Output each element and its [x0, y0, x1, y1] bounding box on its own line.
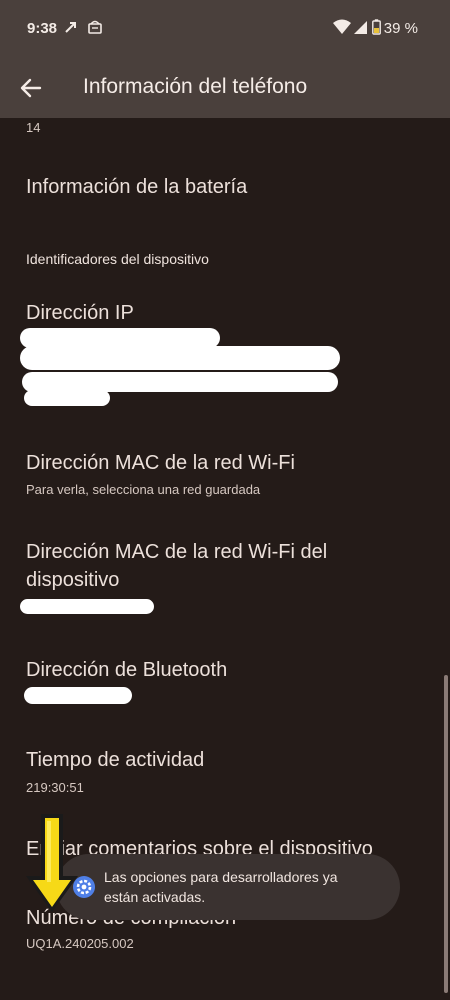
developer-options-toast: Las opciones para desarrolladores ya est…: [56, 854, 400, 920]
device-wifi-mac-title-line2: dispositivo: [26, 569, 120, 591]
redaction-mark: [22, 372, 338, 392]
section-header-device-identifiers: Identificadores del dispositivo: [26, 251, 209, 267]
redaction-mark: [20, 328, 220, 348]
ip-address-title: Dirección IP: [26, 302, 134, 324]
scrollbar[interactable]: [444, 675, 448, 993]
wifi-icon: [333, 19, 351, 34]
bluetooth-address-title: Dirección de Bluetooth: [26, 659, 228, 681]
back-button[interactable]: [14, 71, 48, 105]
device-wifi-mac-title-line1: Dirección MAC de la red Wi-Fi del: [26, 541, 328, 563]
redaction-mark: [24, 687, 132, 704]
missed-call-icon: [65, 22, 76, 33]
uptime-title: Tiempo de actividad: [26, 749, 205, 771]
battery-icon: [372, 19, 381, 35]
status-bar: 9:38 39 %: [0, 0, 450, 58]
wifi-mac-summary: Para verla, selecciona una red guardada: [26, 482, 261, 497]
uptime-value: 219:30:51: [26, 780, 84, 795]
battery-info-title: Información de la batería: [26, 176, 248, 198]
wifi-mac-title: Dirección MAC de la red Wi-Fi: [26, 452, 295, 474]
app-bar: Información del teléfono: [0, 58, 450, 118]
toast-message-line1: Las opciones para desarrolladores ya: [104, 869, 338, 885]
vpn-key-icon: [88, 20, 102, 34]
previous-item-value: 14: [26, 120, 41, 135]
redaction-mark: [24, 390, 110, 406]
toast-message: Las opciones para desarrolladores ya est…: [104, 867, 392, 907]
toast-message-line2: están activadas.: [104, 889, 206, 905]
status-time: 9:38: [27, 20, 58, 37]
redaction-mark: [20, 346, 340, 370]
yellow-arrow-sticker: [26, 814, 78, 912]
redaction-mark: [20, 599, 154, 614]
page-title: Información del teléfono: [83, 75, 308, 98]
build-number-value: UQ1A.240205.002: [26, 936, 134, 951]
battery-percent: 39 %: [383, 20, 418, 37]
arrow-back-icon: [20, 78, 42, 98]
cellular-signal-icon: [354, 21, 367, 34]
